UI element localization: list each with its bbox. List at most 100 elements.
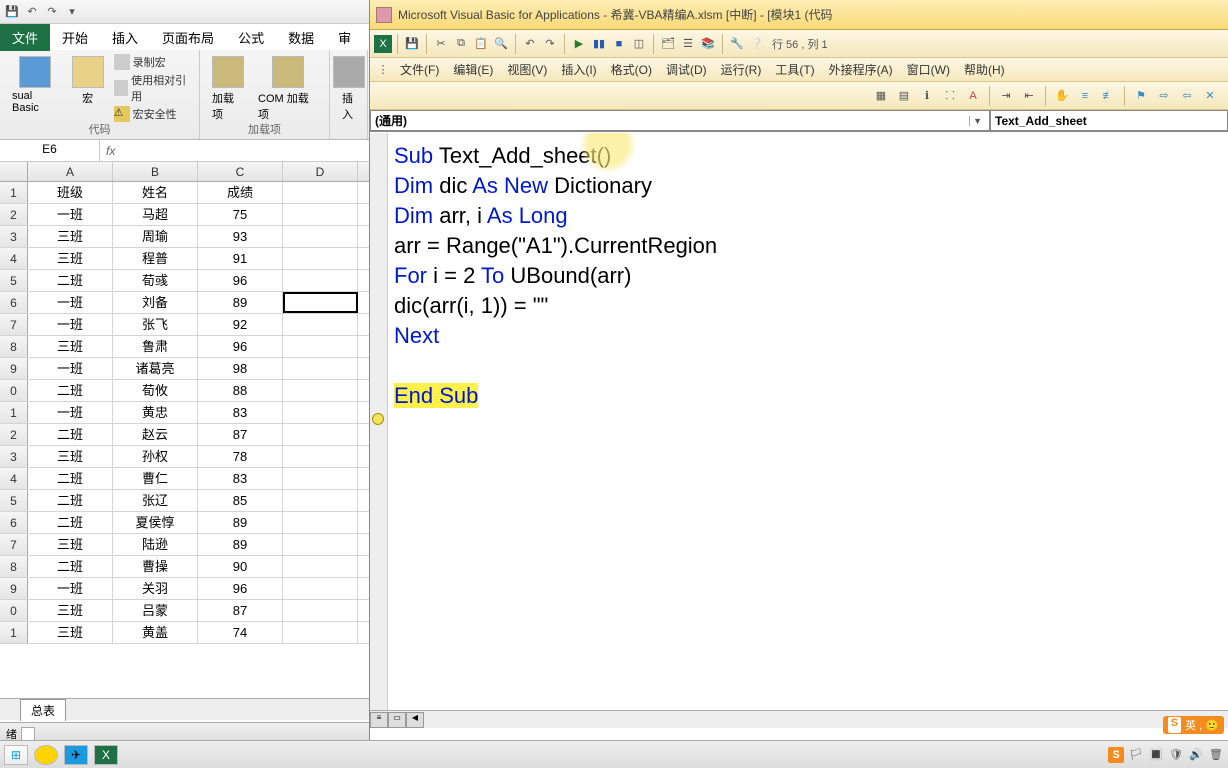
- record-macro-button[interactable]: 录制宏: [114, 54, 191, 70]
- cell[interactable]: [283, 358, 358, 379]
- cell[interactable]: 张飞: [113, 314, 198, 335]
- macros-button[interactable]: 宏: [68, 54, 108, 122]
- tray-sogou-icon[interactable]: S: [1108, 747, 1124, 763]
- cell[interactable]: 一班: [28, 402, 113, 423]
- save-icon[interactable]: 💾: [4, 4, 20, 20]
- addins-button[interactable]: 加载项: [208, 54, 248, 124]
- record-status-icon[interactable]: [21, 727, 35, 741]
- cell[interactable]: 诸葛亮: [113, 358, 198, 379]
- menu-file[interactable]: 文件(F): [394, 59, 445, 80]
- copy-icon[interactable]: ⧉: [452, 35, 470, 53]
- redo-icon[interactable]: ↷: [44, 4, 60, 20]
- cut-icon[interactable]: ✂: [432, 35, 450, 53]
- cell[interactable]: 一班: [28, 358, 113, 379]
- tray-shield-icon[interactable]: 🛡: [1168, 747, 1184, 763]
- cell[interactable]: 二班: [28, 468, 113, 489]
- cell[interactable]: 陆逊: [113, 534, 198, 555]
- paste-icon[interactable]: 📋: [472, 35, 490, 53]
- cell[interactable]: 90: [198, 556, 283, 577]
- breakpoint-icon[interactable]: ✋: [1052, 86, 1072, 106]
- start-button[interactable]: ⊞: [4, 745, 28, 765]
- cell[interactable]: 89: [198, 292, 283, 313]
- taskbar-app-2[interactable]: ✈: [64, 745, 88, 765]
- cell[interactable]: 一班: [28, 204, 113, 225]
- reset-icon[interactable]: ■: [610, 35, 628, 53]
- row-header[interactable]: 0: [0, 600, 28, 621]
- cell[interactable]: 96: [198, 336, 283, 357]
- find-icon[interactable]: 🔍: [492, 35, 510, 53]
- break-icon[interactable]: ▮▮: [590, 35, 608, 53]
- row-header[interactable]: 7: [0, 534, 28, 555]
- row-header[interactable]: 1: [0, 622, 28, 643]
- cell[interactable]: [283, 556, 358, 577]
- cell[interactable]: 三班: [28, 248, 113, 269]
- cell[interactable]: 程普: [113, 248, 198, 269]
- list-constants-icon[interactable]: ▤: [894, 86, 914, 106]
- help-icon[interactable]: ❔: [748, 35, 766, 53]
- row-header[interactable]: 9: [0, 358, 28, 379]
- visual-basic-button[interactable]: sual Basic: [8, 54, 62, 122]
- breakpoint-marker[interactable]: [372, 413, 384, 425]
- col-header-b[interactable]: B: [113, 162, 198, 181]
- row-header[interactable]: 2: [0, 204, 28, 225]
- cell[interactable]: 83: [198, 402, 283, 423]
- object-browser-icon[interactable]: 📚: [699, 35, 717, 53]
- quick-info-icon[interactable]: ℹ: [917, 86, 937, 106]
- col-header-d[interactable]: D: [283, 162, 358, 181]
- row-header[interactable]: 8: [0, 556, 28, 577]
- tab-insert[interactable]: 插入: [100, 24, 150, 51]
- row-header[interactable]: 7: [0, 314, 28, 335]
- tab-formulas[interactable]: 公式: [226, 24, 276, 51]
- tray-speaker-icon[interactable]: 🔊: [1188, 747, 1204, 763]
- cell[interactable]: 89: [198, 512, 283, 533]
- cell[interactable]: 二班: [28, 270, 113, 291]
- cell[interactable]: 三班: [28, 600, 113, 621]
- cell[interactable]: 96: [198, 578, 283, 599]
- properties-icon[interactable]: ☰: [679, 35, 697, 53]
- uncomment-icon[interactable]: ≢: [1098, 86, 1118, 106]
- cell[interactable]: 赵云: [113, 424, 198, 445]
- prev-bookmark-icon[interactable]: ⇦: [1177, 86, 1197, 106]
- excel-icon[interactable]: X: [374, 35, 392, 53]
- cell[interactable]: 一班: [28, 578, 113, 599]
- cell[interactable]: [283, 182, 358, 203]
- tray-battery-icon[interactable]: 🗑: [1208, 747, 1224, 763]
- list-properties-icon[interactable]: ▦: [871, 86, 891, 106]
- taskbar-excel[interactable]: X: [94, 745, 118, 765]
- cell[interactable]: 二班: [28, 512, 113, 533]
- code-margin[interactable]: [370, 133, 388, 710]
- cell[interactable]: 孙权: [113, 446, 198, 467]
- menu-window[interactable]: 窗口(W): [901, 59, 956, 80]
- col-header-c[interactable]: C: [198, 162, 283, 181]
- outdent-icon[interactable]: ⇤: [1019, 86, 1039, 106]
- cell[interactable]: [283, 226, 358, 247]
- cell[interactable]: 吕蒙: [113, 600, 198, 621]
- row-header[interactable]: 6: [0, 292, 28, 313]
- cell[interactable]: [283, 446, 358, 467]
- macro-security-button[interactable]: ⚠宏安全性: [114, 106, 191, 122]
- cell[interactable]: [283, 292, 358, 313]
- scroll-left-icon[interactable]: ◀: [406, 712, 424, 728]
- row-header[interactable]: 1: [0, 182, 28, 203]
- cell[interactable]: [283, 424, 358, 445]
- cell[interactable]: [283, 248, 358, 269]
- menu-addins[interactable]: 外接程序(A): [823, 59, 899, 80]
- insert-control-button[interactable]: 插入: [338, 54, 359, 124]
- menu-run[interactable]: 运行(R): [715, 59, 768, 80]
- comment-icon[interactable]: ≡: [1075, 86, 1095, 106]
- cell[interactable]: 85: [198, 490, 283, 511]
- cell[interactable]: 张辽: [113, 490, 198, 511]
- procedure-dropdown[interactable]: Text_Add_sheet: [990, 110, 1228, 131]
- com-addins-button[interactable]: COM 加载项: [254, 54, 321, 124]
- name-box[interactable]: E6: [0, 140, 100, 161]
- cell[interactable]: 鲁肃: [113, 336, 198, 357]
- tab-page-layout[interactable]: 页面布局: [150, 24, 226, 51]
- undo-icon[interactable]: ↶: [24, 4, 40, 20]
- menu-tools[interactable]: 工具(T): [769, 59, 820, 80]
- cell[interactable]: 93: [198, 226, 283, 247]
- menu-help[interactable]: 帮助(H): [958, 59, 1011, 80]
- cell[interactable]: 三班: [28, 336, 113, 357]
- qat-dropdown-icon[interactable]: ▾: [64, 4, 80, 20]
- cell[interactable]: 二班: [28, 490, 113, 511]
- cell[interactable]: [283, 468, 358, 489]
